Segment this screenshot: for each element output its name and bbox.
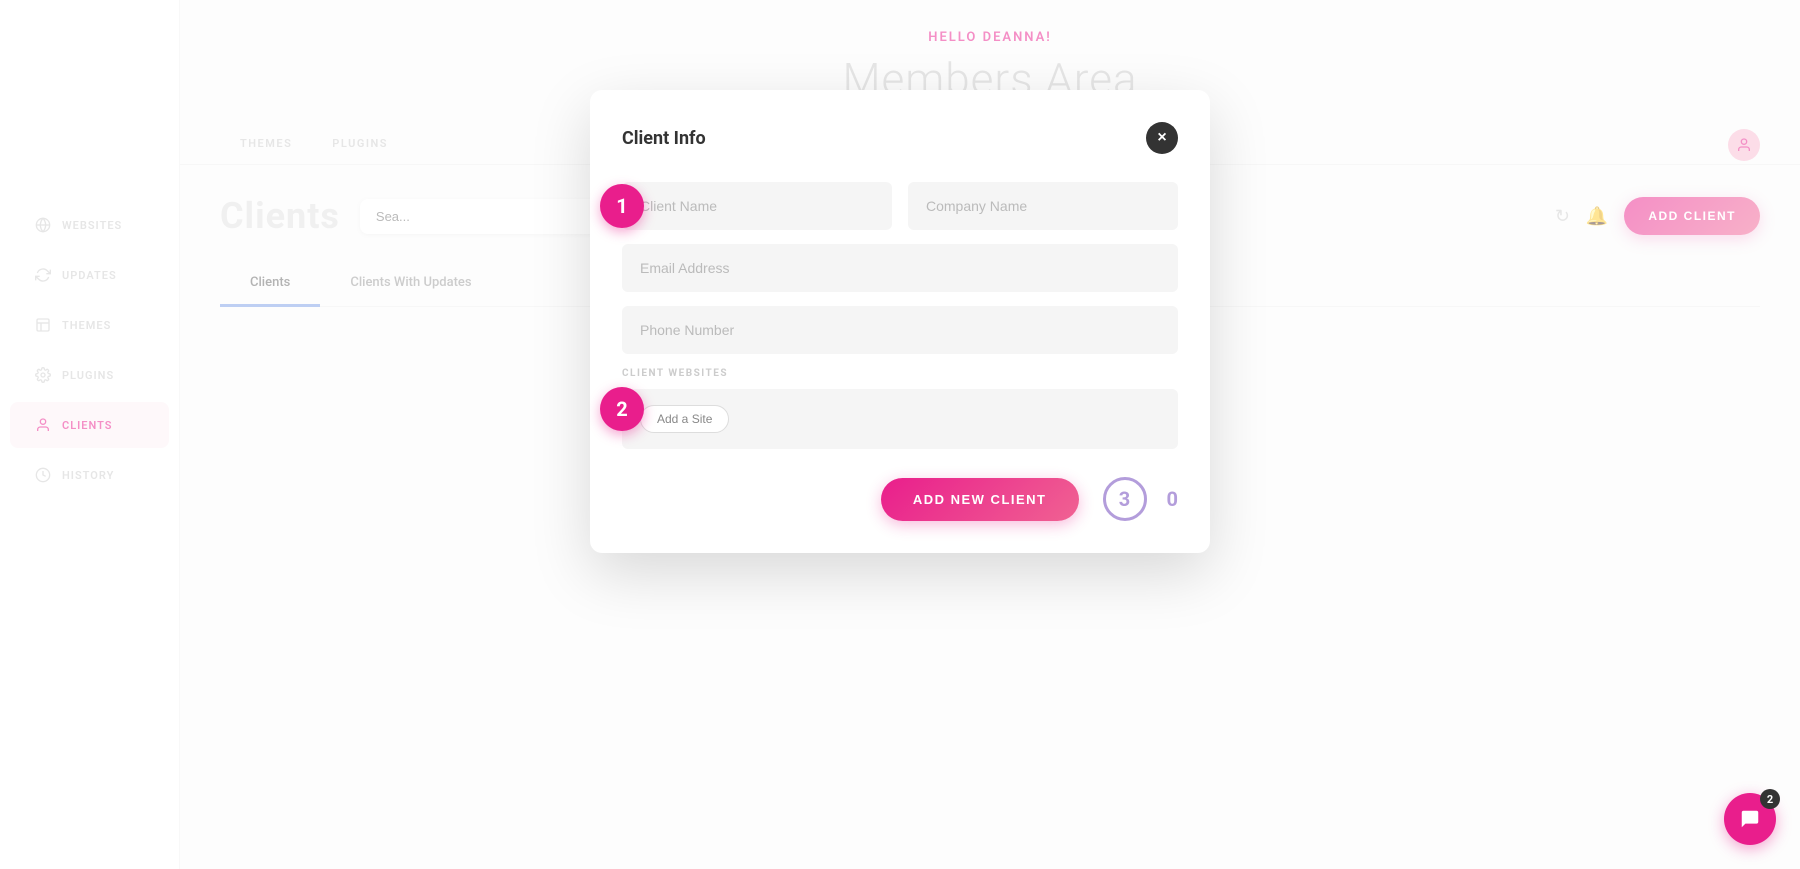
modal-client-info: Client Info × 1 2 CLIENT WEBSITES Add a …	[590, 90, 1210, 553]
modal-header: Client Info ×	[622, 122, 1178, 154]
chat-badge: 2	[1760, 789, 1780, 809]
websites-section-label: CLIENT WEBSITES	[622, 368, 1178, 379]
modal-close-button[interactable]: ×	[1146, 122, 1178, 154]
company-name-input[interactable]	[908, 182, 1178, 230]
modal-footer: ADD NEW CLIENT 3 0	[622, 477, 1178, 521]
step-3-badge: 3	[1103, 477, 1147, 521]
name-row: 1	[622, 182, 1178, 230]
client-name-input[interactable]	[622, 182, 892, 230]
client-websites-section: 2 CLIENT WEBSITES Add a Site	[622, 368, 1178, 449]
websites-area: Add a Site	[622, 389, 1178, 449]
chat-widget[interactable]: 2	[1724, 793, 1776, 845]
step-2-badge: 2	[600, 387, 644, 431]
modal-title: Client Info	[622, 128, 706, 149]
add-site-button[interactable]: Add a Site	[640, 405, 729, 433]
chat-icon	[1739, 808, 1761, 830]
email-input[interactable]	[622, 244, 1178, 292]
step-1-badge: 1	[600, 184, 644, 228]
phone-row	[622, 306, 1178, 354]
email-row	[622, 244, 1178, 292]
add-new-client-button[interactable]: ADD NEW CLIENT	[881, 478, 1079, 521]
step-3-number: 0	[1167, 487, 1178, 511]
phone-input[interactable]	[622, 306, 1178, 354]
